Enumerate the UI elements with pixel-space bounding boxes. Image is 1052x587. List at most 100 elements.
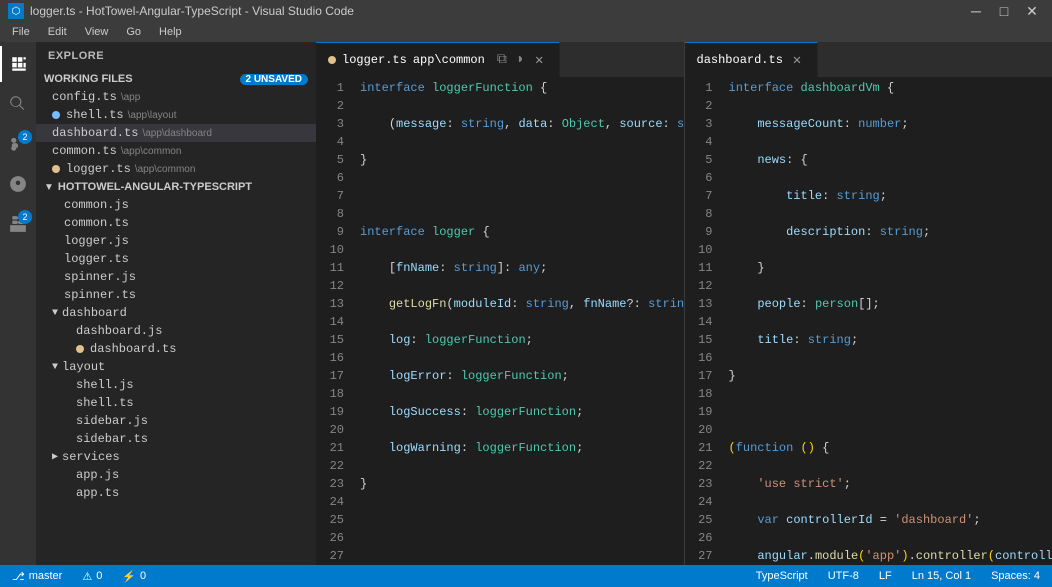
close-button[interactable]: ✕: [1020, 3, 1044, 19]
extensions-badge: 2: [18, 210, 32, 224]
collapse-arrow: ▼: [44, 182, 54, 193]
sidebar: EXPLORE WORKING FILES 2 UNSAVED config.t…: [36, 42, 316, 565]
folder-services[interactable]: ▶ services: [36, 448, 316, 466]
tab-modified-dot: [328, 56, 336, 64]
tree-dashboard-js[interactable]: dashboard.js: [36, 322, 316, 340]
tree-dashboard-ts[interactable]: dashboard.ts: [36, 340, 316, 358]
menu-edit[interactable]: Edit: [40, 24, 75, 40]
title-bar: ⬡ logger.ts - HotTowel-Angular-TypeScrip…: [0, 0, 1052, 22]
folder-layout[interactable]: ▼ layout: [36, 358, 316, 376]
left-tab-bar: logger.ts app\common ⧉ ◑ ✕: [316, 42, 684, 77]
modified-dot: [52, 111, 60, 119]
menu-file[interactable]: File: [4, 24, 38, 40]
language-mode[interactable]: TypeScript: [752, 570, 812, 582]
right-code-area[interactable]: 12345 678910 1112131415 1617181920 21222…: [685, 77, 1052, 565]
file-name: config.ts: [52, 90, 117, 104]
tree-shell-ts[interactable]: shell.ts: [36, 394, 316, 412]
folder-dashboard[interactable]: ▼ dashboard: [36, 304, 316, 322]
activity-debug[interactable]: [0, 166, 36, 202]
tree-spinner-ts[interactable]: spinner.ts: [36, 286, 316, 304]
tab-path: app\common: [413, 53, 485, 67]
folder-name: dashboard: [62, 306, 127, 320]
modified-dot: [52, 165, 60, 173]
right-code-content: interface dashboardVm { messageCount: nu…: [721, 77, 1052, 565]
left-code-content: interface loggerFunction { (message: str…: [352, 77, 684, 565]
line-numbers-right: 12345 678910 1112131415 1617181920 21222…: [685, 77, 721, 565]
activity-search[interactable]: [0, 86, 36, 122]
menu-go[interactable]: Go: [118, 24, 149, 40]
activity-extensions[interactable]: 2: [0, 206, 36, 242]
working-file-config[interactable]: config.ts \app: [36, 88, 316, 106]
statusbar-right: TypeScript UTF-8 LF Ln 15, Col 1 Spaces:…: [752, 570, 1044, 582]
maximize-button[interactable]: □: [992, 3, 1016, 19]
git-badge: 2: [18, 130, 32, 144]
status-bar: ⎇ master ⚠ 0 ⚡ 0 TypeScript UTF-8 LF Ln …: [0, 565, 1052, 587]
line-ending-label: LF: [879, 570, 892, 582]
editors-pane: logger.ts app\common ⧉ ◑ ✕ 12345 678910 …: [316, 42, 1052, 565]
cursor-label: Ln 15, Col 1: [912, 570, 971, 582]
modified-dot: [76, 345, 84, 353]
sidebar-header: EXPLORE: [36, 42, 316, 70]
indentation-status[interactable]: Spaces: 4: [987, 570, 1044, 582]
git-branch-status[interactable]: ⎇ master: [8, 570, 66, 583]
tree-common-ts[interactable]: common.ts: [36, 214, 316, 232]
language-label: TypeScript: [756, 570, 808, 582]
encoding-status[interactable]: UTF-8: [824, 570, 863, 582]
tree-app-ts[interactable]: app.ts: [36, 484, 316, 502]
tree-logger-js[interactable]: logger.js: [36, 232, 316, 250]
error-status[interactable]: ⚠ 0: [78, 570, 106, 583]
working-files-label: WORKING FILES: [44, 73, 133, 85]
project-section[interactable]: ▼ HOTTOWEL-ANGULAR-TYPESCRIPT: [36, 178, 316, 196]
tree-app-js[interactable]: app.js: [36, 466, 316, 484]
line-ending-status[interactable]: LF: [875, 570, 896, 582]
main-layout: 2 2 EXPLORE WORKING FILES 2 UNSAVED conf…: [0, 42, 1052, 565]
sidebar-content: WORKING FILES 2 UNSAVED config.ts \app s…: [36, 70, 316, 565]
window-controls: ─ □ ✕: [964, 3, 1044, 19]
warning-status[interactable]: ⚡ 0: [118, 570, 150, 583]
tab-close-button[interactable]: ✕: [789, 52, 805, 68]
tree-logger-ts[interactable]: logger.ts: [36, 250, 316, 268]
file-path: \app\dashboard: [142, 128, 212, 139]
encoding-label: UTF-8: [828, 570, 859, 582]
working-files-section[interactable]: WORKING FILES 2 UNSAVED: [36, 70, 316, 88]
tree-sidebar-ts[interactable]: sidebar.ts: [36, 430, 316, 448]
branch-icon: ⎇: [12, 570, 25, 583]
working-file-shell[interactable]: shell.ts \app\layout: [36, 106, 316, 124]
open-changes-button[interactable]: ◑: [513, 50, 525, 70]
right-tab-bar: dashboard.ts ✕: [685, 42, 1052, 77]
folder-name: services: [62, 450, 120, 464]
tab-close-button[interactable]: ✕: [531, 52, 547, 68]
folder-arrow: ▼: [52, 308, 58, 319]
error-icon: ⚠: [82, 570, 92, 583]
tree-common-js[interactable]: common.js: [36, 196, 316, 214]
editor-area: logger.ts app\common ⧉ ◑ ✕ 12345 678910 …: [316, 42, 1052, 565]
tree-shell-js[interactable]: shell.js: [36, 376, 316, 394]
file-path: \app\layout: [128, 110, 177, 121]
tab-dashboard-ts[interactable]: dashboard.ts ✕: [685, 42, 818, 77]
activity-explorer[interactable]: [0, 46, 36, 82]
branch-name: master: [29, 570, 63, 582]
tab-name: dashboard.ts: [697, 53, 783, 67]
tab-logger-ts[interactable]: logger.ts app\common ⧉ ◑ ✕: [316, 42, 560, 77]
left-code-area[interactable]: 12345 678910 1112131415 1617181920 21222…: [316, 77, 684, 565]
split-editor-button[interactable]: ⧉: [495, 50, 509, 70]
tree-spinner-js[interactable]: spinner.js: [36, 268, 316, 286]
working-file-common[interactable]: common.ts \app\common: [36, 142, 316, 160]
file-name: dashboard.ts: [52, 126, 138, 140]
working-file-logger[interactable]: logger.ts \app\common: [36, 160, 316, 178]
left-editor-panel: logger.ts app\common ⧉ ◑ ✕ 12345 678910 …: [316, 42, 685, 565]
folder-arrow: ▶: [52, 451, 58, 463]
minimize-button[interactable]: ─: [964, 3, 988, 19]
right-editor-panel: dashboard.ts ✕ 12345 678910 1112131415 1…: [685, 42, 1052, 565]
cursor-position[interactable]: Ln 15, Col 1: [908, 570, 975, 582]
tree-sidebar-js[interactable]: sidebar.js: [36, 412, 316, 430]
file-name: logger.ts: [66, 162, 131, 176]
working-file-dashboard[interactable]: dashboard.ts \app\dashboard: [36, 124, 316, 142]
file-path: \app\common: [135, 164, 196, 175]
window-title: logger.ts - HotTowel-Angular-TypeScript …: [30, 4, 354, 18]
menu-bar: File Edit View Go Help: [0, 22, 1052, 42]
activity-git[interactable]: 2: [0, 126, 36, 162]
menu-view[interactable]: View: [77, 24, 117, 40]
menu-help[interactable]: Help: [151, 24, 190, 40]
tab-actions: ⧉ ◑: [495, 50, 525, 70]
